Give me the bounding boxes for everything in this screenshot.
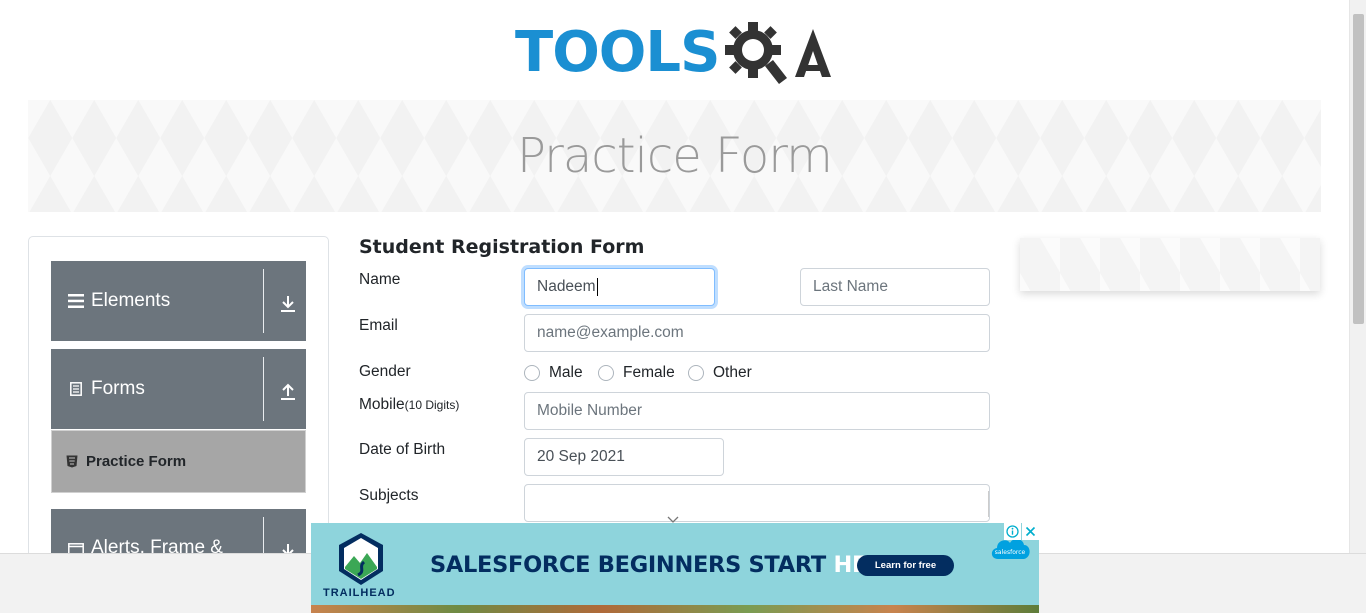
radio-circle[interactable] (524, 365, 540, 381)
page-scrollbar[interactable] (1349, 0, 1366, 553)
ad-headline: SALESFORCE BEGINNERS START HERE. (430, 552, 908, 578)
sidebar-item-practice-form[interactable]: Practice Form (51, 430, 306, 493)
form-title: Student Registration Form (359, 236, 645, 258)
first-name-input[interactable]: Nadeem (524, 268, 715, 306)
name-label: Name (359, 271, 401, 288)
sidebar-item-label: Practice Form (86, 453, 187, 470)
radio-label: Male (549, 364, 583, 381)
radio-circle[interactable] (688, 365, 704, 381)
mobile-label: Mobile(10 Digits) (359, 396, 459, 414)
gear-magnifier-icon (725, 22, 788, 84)
download-arrow-icon[interactable] (278, 295, 298, 319)
mobile-label-text: Mobile (359, 396, 405, 413)
sidebar-group-elements[interactable]: Elements (51, 261, 306, 341)
mobile-input[interactable]: Mobile Number (524, 392, 990, 430)
side-ad-placeholder (1020, 238, 1320, 291)
dob-label: Date of Birth (359, 441, 446, 458)
page-header-banner: Practice Form (28, 100, 1321, 212)
first-name-value: Nadeem (537, 278, 596, 295)
salesforce-wordmark: salesforce (995, 549, 1026, 556)
ad-headline-main: SALESFORCE BEGINNERS START (430, 552, 834, 578)
email-input[interactable]: name@example.com (524, 314, 990, 352)
trailhead-logo-icon (339, 533, 383, 585)
subjects-label: Subjects (359, 487, 419, 504)
sidebar: Elements Forms Practice Form Alerts, Fra… (28, 236, 329, 566)
document-icon (67, 382, 85, 396)
toolsqa-logo[interactable]: TOOLS (515, 16, 833, 90)
learn-for-free-button[interactable]: Learn for free (857, 555, 954, 576)
ad-illustration-strip (311, 605, 1039, 613)
adchoices-icon[interactable] (1004, 523, 1021, 540)
date-of-birth-input[interactable]: 20 Sep 2021 (524, 438, 724, 476)
last-name-input[interactable]: Last Name (800, 268, 990, 306)
text-caret (596, 278, 598, 296)
gender-radio-other[interactable]: Other (688, 364, 752, 382)
divider (263, 269, 264, 333)
page-title: Practice Form (517, 128, 833, 184)
radio-label: Female (623, 364, 675, 381)
html5-icon (66, 455, 80, 468)
sidebar-group-forms[interactable]: Forms (51, 349, 306, 429)
close-icon[interactable] (1022, 523, 1039, 540)
logo-letter-a (795, 29, 832, 77)
scrollbar-thumb[interactable] (1353, 14, 1364, 324)
logo-text: TOOLS (515, 20, 720, 85)
trailhead-wordmark: TRAILHEAD (323, 587, 396, 599)
radio-label: Other (713, 364, 752, 381)
sidebar-group-label: Elements (91, 290, 171, 311)
mobile-hint: (10 Digits) (404, 398, 460, 412)
dob-value: 20 Sep 2021 (537, 448, 625, 465)
divider (263, 357, 264, 421)
last-name-placeholder: Last Name (813, 278, 888, 295)
gender-radio-male[interactable]: Male (524, 364, 583, 382)
hamburger-icon (67, 294, 85, 308)
upload-arrow-icon[interactable] (278, 383, 298, 407)
indicator-separator (988, 491, 989, 517)
radio-circle[interactable] (598, 365, 614, 381)
mobile-placeholder: Mobile Number (537, 402, 643, 419)
email-placeholder: name@example.com (537, 324, 684, 341)
gender-radio-female[interactable]: Female (598, 364, 675, 382)
email-label: Email (359, 317, 398, 334)
gender-label: Gender (359, 363, 411, 380)
subjects-input[interactable] (524, 484, 990, 522)
advertisement-banner[interactable]: TRAILHEAD SALESFORCE BEGINNERS START HER… (311, 523, 1039, 613)
sidebar-group-label: Forms (91, 378, 145, 399)
